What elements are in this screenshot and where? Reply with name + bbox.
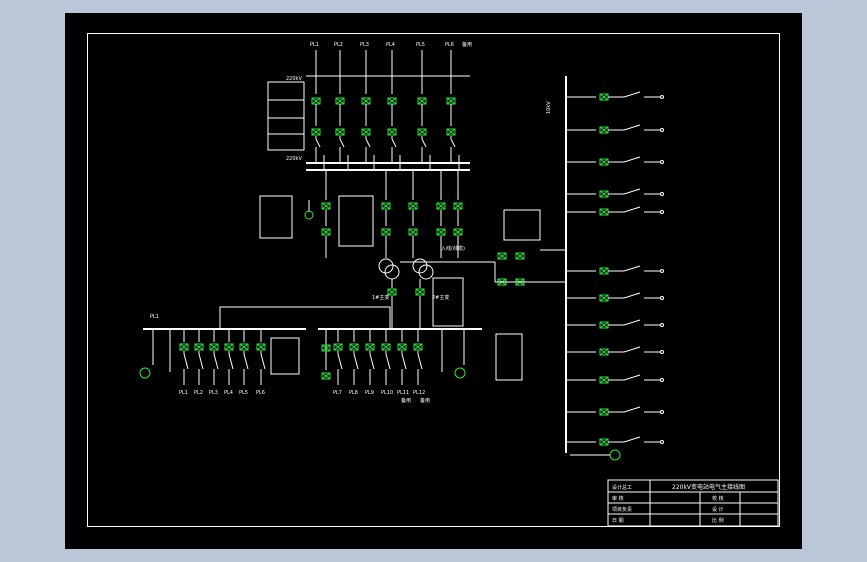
- bottom-right-voltage-transformer: [454, 367, 466, 379]
- bottom-feeder-label: PL10: [381, 390, 393, 396]
- mid-equipment-table: [338, 195, 374, 247]
- bottom-feeder-label: PL11: [397, 390, 409, 396]
- incoming-line-label: 入线(线缆): [441, 245, 465, 252]
- left-bus-label: PL1: [150, 314, 159, 320]
- top-feeder-section: 220kV 220kV PL1 PL2 PL3 PL4 PL5 PL6 备用: [267, 41, 472, 171]
- bottom-left-voltage-transformer: [139, 367, 151, 379]
- top-feeder-label: PL1: [310, 42, 319, 48]
- bottom-spare-label-1: 备用: [401, 397, 411, 404]
- bottom-feeder-section: PL1 PL1 PL2 PL3 PL4 PL5 PL6 PL7 PL8 PL9 PL10 PL11…: [139, 306, 523, 404]
- top-feeder-label: PL4: [386, 42, 395, 48]
- bottom-feeder-label: PL9: [365, 390, 374, 396]
- top-feeder-label: PL5: [416, 42, 425, 48]
- bottom-feeder-label: PL4: [224, 390, 233, 396]
- title-row-3-left: 项目负责: [612, 506, 632, 513]
- top-bus-label: 220kV: [286, 76, 302, 82]
- top-main-bus-label: 220kV: [286, 156, 302, 162]
- right-feeder-section: 10kV: [494, 76, 664, 461]
- bus-tie-link: [219, 306, 391, 329]
- right-equipment-table: [432, 277, 464, 327]
- top-spare-label: 备用: [462, 41, 472, 48]
- top-equipment-table: [267, 81, 305, 151]
- bottom-feeder-label: PL6: [256, 390, 265, 396]
- station-service-transformer: [609, 449, 621, 461]
- bottom-equipment-table: [495, 333, 523, 381]
- transformer-2-winding-a: [412, 258, 428, 274]
- bottom-feeder-label: PL2: [194, 390, 203, 396]
- title-row-4-left: 日 期: [612, 518, 624, 524]
- top-feeder-label: PL6: [445, 42, 454, 48]
- bottom-feeder-label: PL3: [209, 390, 218, 396]
- bottom-feeder-label: PL7: [333, 390, 342, 396]
- voltage-transformer-left: [304, 210, 314, 220]
- transformer-1-winding-a: [378, 258, 394, 274]
- top-feeder-label: PL3: [360, 42, 369, 48]
- single-line-diagram: 220kV 220kV PL1 PL2 PL3 PL4 PL5 PL6 备用 1#主变 2#…: [139, 41, 779, 527]
- transformer-1-label: 1#主变: [372, 294, 389, 301]
- transformer-2-label: 2#主变: [432, 294, 449, 301]
- feeder-equipment-table: [503, 209, 541, 241]
- right-bus-label: 10kV: [546, 101, 552, 114]
- bottom-feeder-label: PL8: [349, 390, 358, 396]
- bottom-spare-label-2: 备用: [420, 397, 430, 404]
- title-block-title: 220kV变电站电气主接线图: [672, 483, 745, 491]
- bottom-feeder-label: PL5: [239, 390, 248, 396]
- bottom-left-table: [270, 337, 300, 375]
- title-block: 220kV变电站电气主接线图 设计总工 审 核 校 核 项目负责 设 计 日 期…: [607, 479, 779, 527]
- top-feeder-label: PL2: [334, 42, 343, 48]
- title-row-2-left: 审 核: [612, 495, 624, 502]
- title-row-4-right: 比 例: [712, 517, 724, 524]
- bottom-feeder-label: PL12: [413, 390, 425, 396]
- transformer-section: 1#主变 2#主变 入线(线缆): [259, 170, 541, 329]
- left-equipment-table: [259, 195, 293, 239]
- bottom-feeder-label: PL1: [179, 390, 188, 396]
- title-row-1-left: 设计总工: [612, 484, 632, 491]
- title-row-3-right: 设 计: [712, 506, 724, 513]
- transformer-1-winding-b: [384, 264, 400, 280]
- title-row-2-right: 校 核: [712, 495, 724, 502]
- transformer-2-winding-b: [418, 264, 434, 280]
